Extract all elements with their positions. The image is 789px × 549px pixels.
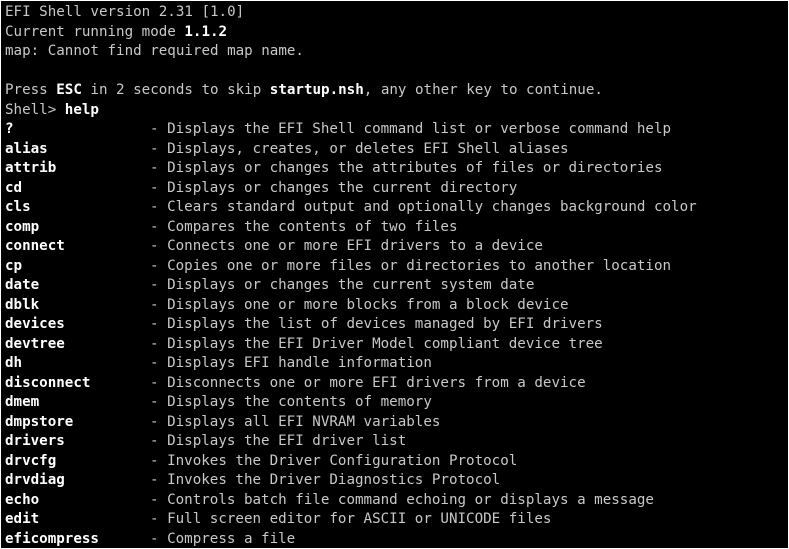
command-name: alias xyxy=(5,140,48,157)
startup-middle: in 2 seconds to skip xyxy=(81,82,270,98)
command-description: - Invokes the Driver Diagnostics Protoco… xyxy=(150,472,501,488)
command-name: cls xyxy=(5,199,31,215)
efi-shell-terminal[interactable]: EFI Shell version 2.31 [1.0] Current run… xyxy=(1,1,788,548)
command-row: dmem - Displays the contents of memory xyxy=(5,393,788,413)
command-description: - Disconnects one or more EFI drivers fr… xyxy=(150,374,586,391)
command-row: devtree - Displays the EFI Driver Model c… xyxy=(5,335,788,355)
command-description: - Compress a file xyxy=(150,530,296,547)
command-description: - Controls batch file command echoing or… xyxy=(150,491,654,508)
command-description: - Compares the contents of two files xyxy=(150,218,458,235)
command-row: drivers - Displays the EFI driver list xyxy=(5,432,788,452)
help-command-list: ? - Displays the EFI Shell command list o… xyxy=(5,120,788,548)
command-name: ? xyxy=(5,121,14,137)
command-name: echo xyxy=(5,491,40,508)
command-row: dh - Displays EFI handle information xyxy=(5,354,788,374)
command-row: date - Displays or changes the current sy… xyxy=(5,276,788,296)
command-description: - Displays one or more blocks from a blo… xyxy=(150,296,569,313)
command-description: - Displays EFI handle information xyxy=(150,355,432,371)
command-row: dblk - Displays one or more blocks from a… xyxy=(5,296,788,316)
shell-prompt: Shell> xyxy=(5,101,65,118)
command-row: edit - Full screen editor for ASCII or UN… xyxy=(5,510,788,530)
command-name: disconnect xyxy=(5,374,91,391)
command-description: - Displays all EFI NVRAM variables xyxy=(150,413,441,430)
startup-message-line: Press ESC in 2 seconds to skip startup.n… xyxy=(5,81,788,101)
command-row: alias - Displays, creates, or deletes EFI… xyxy=(5,140,788,160)
command-name: drvcfg xyxy=(5,452,57,469)
mode-value: 1.1.2 xyxy=(184,23,228,40)
command-description: - Displays or changes the current system… xyxy=(150,277,535,293)
command-row: cd - Displays or changes the current dire… xyxy=(5,179,788,199)
command-description: - Displays or changes the attributes of … xyxy=(150,160,663,176)
esc-key-text: ESC xyxy=(56,82,82,98)
command-name: connect xyxy=(5,238,65,254)
command-row: disconnect - Disconnects one or more EFI … xyxy=(5,374,788,394)
command-name: eficompress xyxy=(5,530,99,547)
typed-command[interactable]: help xyxy=(65,102,99,118)
command-row: drvdiag - Invokes the Driver Diagnostics … xyxy=(5,471,788,491)
startup-end: , any other key to continue. xyxy=(363,82,603,98)
command-description: - Displays the EFI driver list xyxy=(150,433,407,449)
command-row: attrib - Displays or changes the attribut… xyxy=(5,159,788,179)
command-name: devtree xyxy=(5,335,65,352)
command-row: cp - Copies one or more files or director… xyxy=(5,257,788,277)
command-description: - Displays, creates, or deletes EFI Shel… xyxy=(150,140,569,157)
command-name: dmem xyxy=(5,394,40,410)
command-description: - Copies one or more files or directorie… xyxy=(150,257,672,274)
command-row: comp - Compares the contents of two files xyxy=(5,218,788,238)
command-description: - Invokes the Driver Configuration Proto… xyxy=(150,452,518,469)
command-name: date xyxy=(5,277,40,293)
shell-prompt-line[interactable]: Shell> help xyxy=(5,101,788,121)
command-row: connect - Connects one or more EFI driver… xyxy=(5,237,788,257)
command-row: drvcfg - Invokes the Driver Configuration… xyxy=(5,452,788,472)
command-row: echo - Controls batch file command echoin… xyxy=(5,491,788,511)
startup-press: Press xyxy=(5,82,57,98)
command-description: - Displays the contents of memory xyxy=(150,394,432,410)
command-name: dh xyxy=(5,355,23,371)
command-name: dmpstore xyxy=(5,413,74,430)
command-row: eficompress - Compress a file xyxy=(5,530,788,549)
command-description: - Full screen editor for ASCII or UNICOD… xyxy=(150,511,552,527)
command-row: cls - Clears standard output and optional… xyxy=(5,198,788,218)
command-name: edit xyxy=(5,511,40,527)
command-description: - Displays the EFI Shell command list or… xyxy=(150,121,672,137)
command-name: cd xyxy=(5,179,23,196)
map-error-line: map: Cannot find required map name. xyxy=(5,43,304,59)
mode-label: Current running mode xyxy=(5,23,185,40)
command-name: drivers xyxy=(5,433,65,449)
command-description: - Connects one or more EFI drivers to a … xyxy=(150,238,543,254)
command-name: attrib xyxy=(5,160,57,176)
command-name: comp xyxy=(5,218,40,235)
command-description: - Clears standard output and optionally … xyxy=(150,199,697,215)
startup-file-name: startup.nsh xyxy=(269,82,364,98)
command-row: ? - Displays the EFI Shell command list o… xyxy=(5,120,788,140)
command-row: devices - Displays the list of devices ma… xyxy=(5,315,788,335)
command-name: dblk xyxy=(5,296,40,313)
command-description: - Displays the list of devices managed b… xyxy=(150,316,603,332)
running-mode-line: Current running mode 1.1.2 xyxy=(5,23,788,43)
command-name: devices xyxy=(5,316,65,332)
command-name: drvdiag xyxy=(5,472,65,488)
command-name: cp xyxy=(5,257,23,274)
command-row: dmpstore - Displays all EFI NVRAM variabl… xyxy=(5,413,788,433)
command-description: - Displays the EFI Driver Model complian… xyxy=(150,335,603,352)
version-line: EFI Shell version 2.31 [1.0] xyxy=(5,4,245,20)
command-description: - Displays or changes the current direct… xyxy=(150,179,518,196)
